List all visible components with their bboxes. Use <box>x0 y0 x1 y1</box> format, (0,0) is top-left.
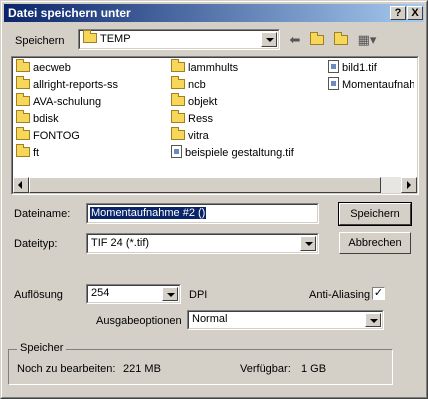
resolution-dropdown[interactable]: 254 <box>86 284 181 304</box>
scroll-left-button[interactable] <box>13 177 29 193</box>
memory-group-label: Speicher <box>17 342 67 354</box>
available-value: 1 GB <box>301 363 327 375</box>
folder-icon <box>16 144 30 157</box>
new-folder-icon[interactable] <box>331 31 351 49</box>
folder-icon <box>16 93 30 106</box>
list-item[interactable]: vitra <box>171 127 209 144</box>
list-item[interactable]: bdisk <box>16 110 59 127</box>
filetype-value: TIF 24 (*.tif) <box>91 237 150 249</box>
folder-icon <box>16 59 30 72</box>
chevron-down-icon[interactable] <box>365 313 381 327</box>
folder-icon <box>171 76 185 89</box>
resolution-unit: DPI <box>189 289 208 301</box>
save-button[interactable]: Speichern <box>338 202 412 226</box>
list-item[interactable]: lammhults <box>171 59 238 76</box>
resolution-value: 254 <box>91 287 110 299</box>
resolution-label: Auflösung <box>14 289 63 301</box>
list-item[interactable]: bild1.tif <box>328 60 377 76</box>
horizontal-scrollbar[interactable] <box>13 177 417 193</box>
list-item[interactable]: beispiele gestaltung.tif <box>171 145 294 161</box>
chevron-down-icon[interactable] <box>162 287 178 301</box>
list-item[interactable]: FONTOG <box>16 127 80 144</box>
scroll-right-button[interactable] <box>401 177 417 193</box>
folder-icon <box>171 127 185 140</box>
output-value: Normal <box>192 313 228 325</box>
folder-icon <box>16 76 30 89</box>
list-item[interactable]: Momentaufnahm <box>328 77 414 93</box>
help-button[interactable]: ? <box>390 6 406 20</box>
remaining-value: 221 MB <box>123 363 161 375</box>
chevron-down-icon[interactable] <box>300 236 316 251</box>
folder-icon <box>16 110 30 123</box>
list-item[interactable]: aecweb <box>16 59 71 76</box>
output-dropdown[interactable]: Normal <box>187 310 384 330</box>
file-list[interactable]: aecweb allright-reports-ss AVA-schulung … <box>11 56 419 195</box>
folder-icon <box>171 59 185 72</box>
remaining-label: Noch zu bearbeiten: <box>17 363 116 375</box>
view-menu-icon[interactable]: ▦▾ <box>355 31 379 49</box>
filetype-dropdown[interactable]: TIF 24 (*.tif) <box>86 233 319 254</box>
image-file-icon <box>328 60 339 73</box>
list-item[interactable]: Ress <box>171 110 213 127</box>
image-file-icon <box>171 145 182 158</box>
list-item[interactable]: ncb <box>171 76 206 93</box>
up-folder-icon[interactable] <box>307 31 327 49</box>
list-item[interactable]: ft <box>16 144 39 161</box>
save-in-label: Speichern <box>15 35 65 47</box>
image-file-icon <box>328 77 339 90</box>
list-item[interactable]: allright-reports-ss <box>16 76 118 93</box>
title-bar[interactable]: Datei speichern unter ? X <box>4 4 424 22</box>
chevron-down-icon[interactable] <box>261 32 277 47</box>
folder-icon <box>83 30 97 43</box>
arrow-left-icon <box>18 181 22 189</box>
antialias-label: Anti-Aliasing <box>309 289 371 301</box>
filename-field[interactable]: Momentaufnahme #2 () <box>86 203 319 224</box>
filename-label: Dateiname: <box>14 208 71 220</box>
available-label: Verfügbar: <box>240 363 291 375</box>
close-button[interactable]: X <box>407 6 423 20</box>
output-label: Ausgabeoptionen <box>96 315 182 327</box>
arrow-right-icon <box>407 181 411 189</box>
save-dialog: Datei speichern unter ? X Speichern TEMP… <box>0 0 428 399</box>
list-item[interactable]: AVA-schulung <box>16 93 101 110</box>
cancel-button[interactable]: Abbrechen <box>339 232 411 254</box>
save-in-dropdown[interactable]: TEMP <box>78 29 280 50</box>
window-title: Datei speichern unter <box>8 6 131 20</box>
folder-icon <box>171 110 185 123</box>
scroll-thumb[interactable] <box>29 177 381 193</box>
folder-icon <box>171 93 185 106</box>
antialias-checkbox[interactable]: ✓ <box>372 287 385 300</box>
save-in-value: TEMP <box>100 33 131 45</box>
filename-value: Momentaufnahme #2 () <box>90 207 207 219</box>
folder-icon <box>16 127 30 140</box>
filetype-label: Dateityp: <box>14 238 58 250</box>
back-arrow-icon[interactable]: ⬅ <box>285 31 305 49</box>
list-item[interactable]: objekt <box>171 93 217 110</box>
